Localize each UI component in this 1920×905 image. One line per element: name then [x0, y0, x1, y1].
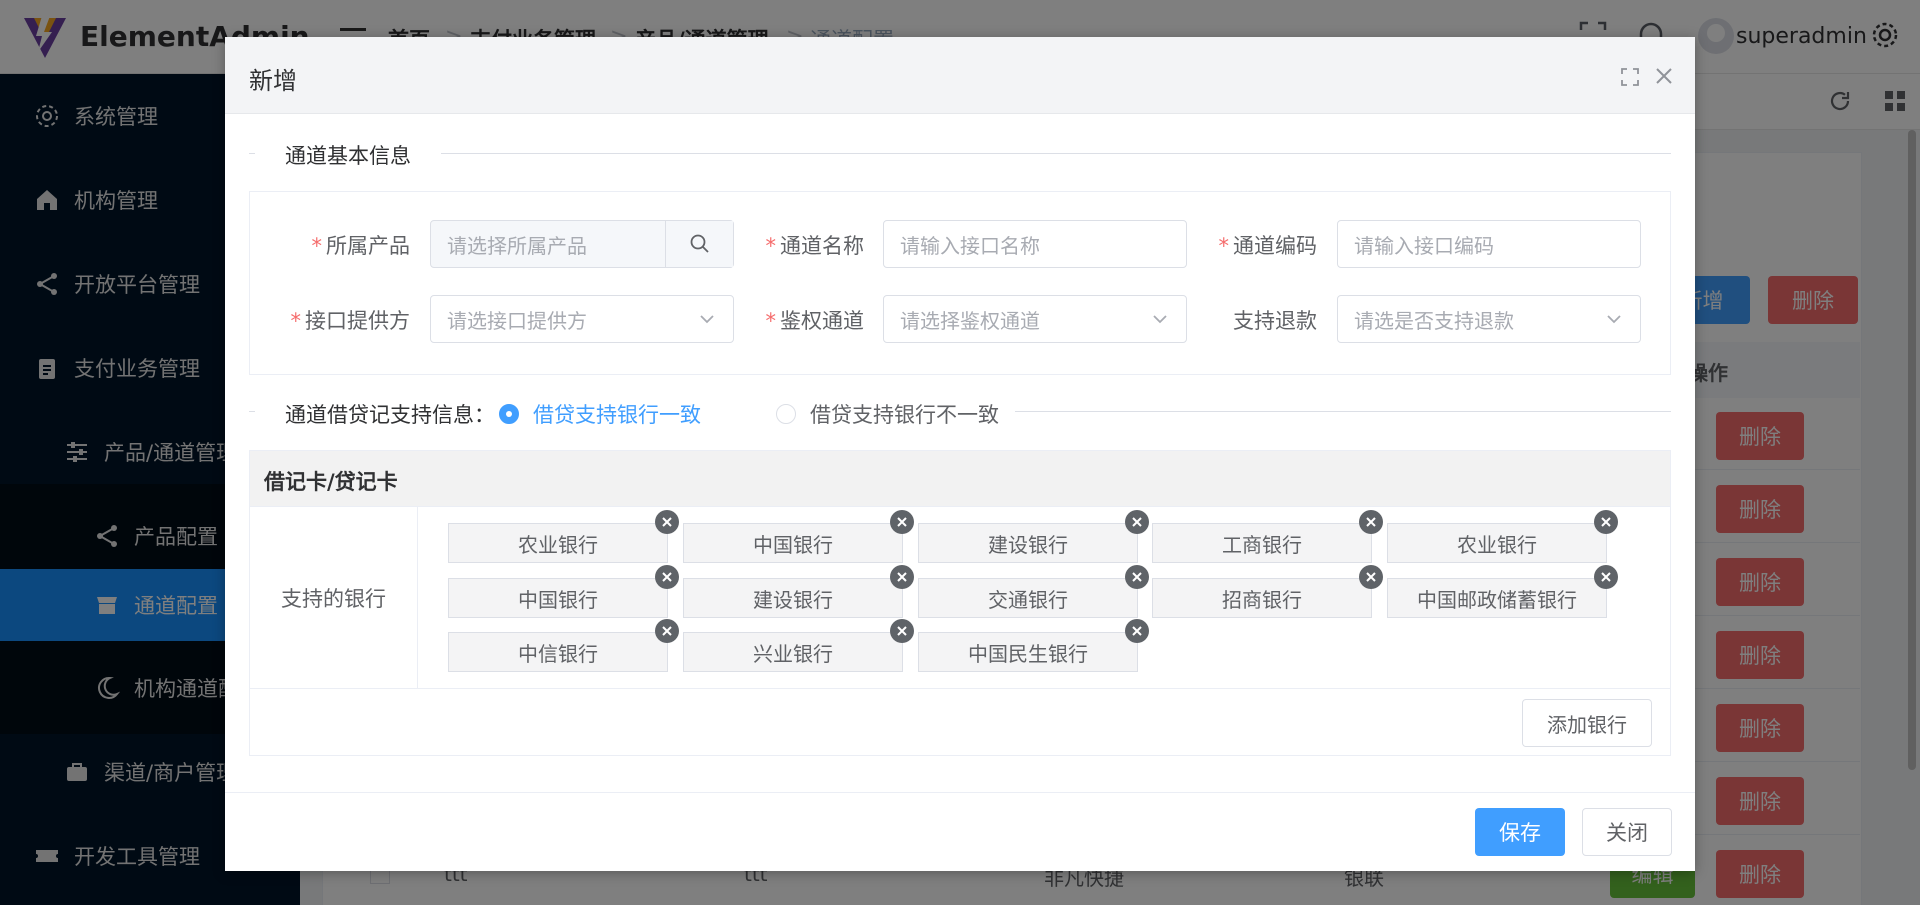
- bank-chip-list: 农业银行 中国银行 建设银行 工商银行 农业银行 中国银行 建设银行 交通银行 …: [418, 507, 1670, 689]
- channel-name-input[interactable]: 请输入接口名称: [883, 220, 1187, 268]
- dialog-footer-divider: [225, 792, 1695, 793]
- remove-bank-icon[interactable]: [1359, 510, 1383, 534]
- provider-label: * 接口提供方: [290, 309, 411, 333]
- bank-chip: 中国民生银行: [918, 619, 1149, 672]
- radio-dot: [776, 404, 796, 424]
- close-button[interactable]: 关闭: [1582, 808, 1672, 856]
- chevron-down-icon: [700, 315, 714, 324]
- remove-bank-icon[interactable]: [1125, 565, 1149, 589]
- card-type-header: 借记卡/贷记卡: [250, 451, 1670, 507]
- remove-bank-icon[interactable]: [1125, 619, 1149, 643]
- bank-chip: 兴业银行: [683, 619, 914, 672]
- close-icon[interactable]: [1653, 65, 1675, 87]
- remove-bank-icon[interactable]: [890, 619, 914, 643]
- bank-support-table: 借记卡/贷记卡 支持的银行 农业银行 中国银行 建设银行 工商银行 农业银行 中…: [249, 450, 1671, 756]
- add-channel-dialog: 新增 通道基本信息 * 所属产品 请选择所属产品 * 通道名称 请输入接口名称 * 通…: [225, 37, 1695, 871]
- channel-code-label: * 通道编码: [1218, 234, 1318, 258]
- remove-bank-icon[interactable]: [1594, 565, 1618, 589]
- bank-chip: 交通银行: [918, 565, 1149, 618]
- provider-select[interactable]: 请选接口提供方: [430, 295, 734, 343]
- bank-chip: 建设银行: [683, 565, 914, 618]
- product-input[interactable]: 请选择所属产品: [430, 220, 734, 268]
- bank-chip: 中信银行: [448, 619, 679, 672]
- basic-info-form: * 所属产品 请选择所属产品 * 通道名称 请输入接口名称 * 通道编码 请输入接口编…: [249, 191, 1671, 375]
- debit-credit-options: 通道借贷记支持信息： 借贷支持银行一致 借贷支持银行不一致: [255, 391, 1015, 435]
- product-label: * 所属产品: [311, 234, 411, 258]
- bank-chip: 农业银行: [1387, 510, 1618, 563]
- section-title-basic: 通道基本信息: [255, 140, 441, 170]
- dialog-header: 新增: [225, 37, 1695, 114]
- section-title-debit-credit: 通道借贷记支持信息：: [285, 403, 495, 427]
- bank-chip: 农业银行: [448, 510, 679, 563]
- auth-channel-select[interactable]: 请选择鉴权通道: [883, 295, 1187, 343]
- dialog-title: 新增: [249, 67, 297, 95]
- remove-bank-icon[interactable]: [1125, 510, 1149, 534]
- bank-chip: 工商银行: [1152, 510, 1383, 563]
- channel-name-label: * 通道名称: [765, 234, 865, 258]
- refund-label: 支持退款: [1233, 309, 1317, 333]
- remove-bank-icon[interactable]: [655, 565, 679, 589]
- add-bank-button[interactable]: 添加银行: [1522, 699, 1652, 747]
- remove-bank-icon[interactable]: [1359, 565, 1383, 589]
- remove-bank-icon[interactable]: [890, 510, 914, 534]
- card-type-title: 借记卡/贷记卡: [264, 470, 398, 494]
- product-search-button[interactable]: [665, 221, 733, 267]
- refund-select[interactable]: 请选是否支持退款: [1337, 295, 1641, 343]
- bank-chip: 招商银行: [1152, 565, 1383, 618]
- radio-dot: [499, 404, 519, 424]
- chevron-down-icon: [1153, 315, 1167, 324]
- supported-banks-label: 支持的银行: [250, 507, 418, 689]
- remove-bank-icon[interactable]: [655, 619, 679, 643]
- maximize-icon[interactable]: [1620, 67, 1640, 87]
- bank-chip: 建设银行: [918, 510, 1149, 563]
- remove-bank-icon[interactable]: [1594, 510, 1618, 534]
- search-icon: [690, 234, 709, 253]
- bank-chip: 中国银行: [448, 565, 679, 618]
- save-button[interactable]: 保存: [1475, 808, 1565, 856]
- bank-chip: 中国银行: [683, 510, 914, 563]
- bank-chip: 中国邮政储蓄银行: [1387, 565, 1618, 618]
- remove-bank-icon[interactable]: [890, 565, 914, 589]
- chevron-down-icon: [1607, 315, 1621, 324]
- auth-channel-label: * 鉴权通道: [765, 309, 865, 333]
- radio-consistent[interactable]: 借贷支持银行一致: [499, 399, 701, 429]
- remove-bank-icon[interactable]: [655, 510, 679, 534]
- channel-code-input[interactable]: 请输入接口编码: [1337, 220, 1641, 268]
- radio-inconsistent[interactable]: 借贷支持银行不一致: [776, 399, 999, 429]
- section-divider: [249, 153, 1671, 154]
